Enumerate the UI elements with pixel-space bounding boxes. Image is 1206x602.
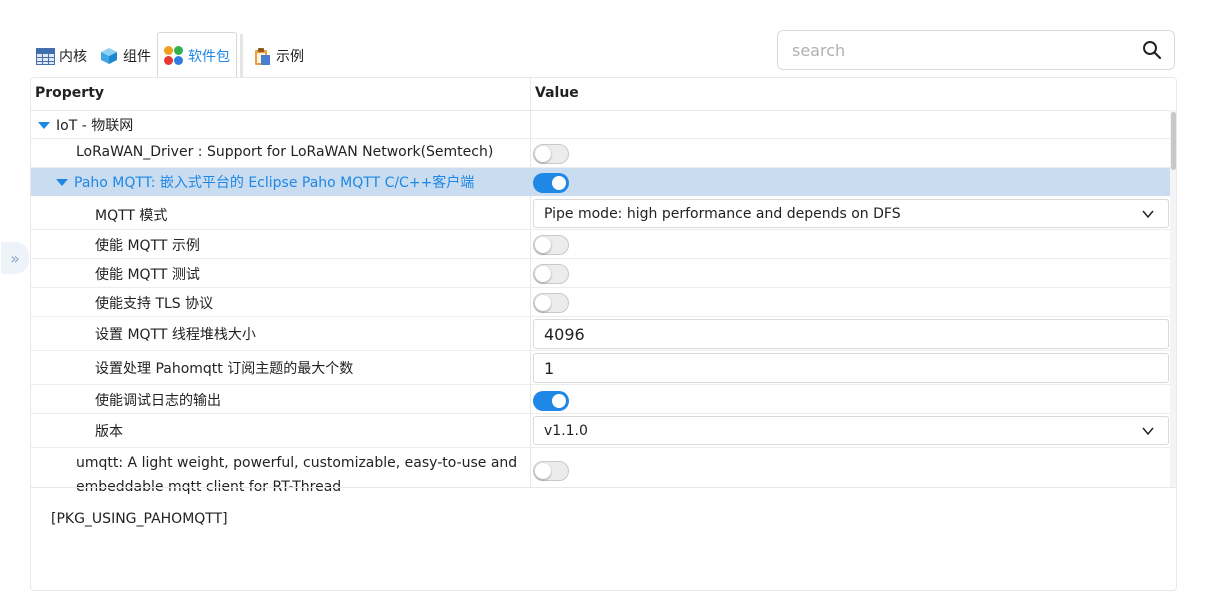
search-icon[interactable]: [1142, 40, 1162, 60]
mqtt-test-toggle[interactable]: [533, 264, 569, 284]
row-label: 使能支持 TLS 协议: [95, 296, 214, 312]
tree-row-stack-size[interactable]: 设置 MQTT 线程堆栈大小: [31, 317, 1171, 351]
max-subscribe-input[interactable]: [534, 354, 1154, 382]
row-label: 设置 MQTT 线程堆栈大小: [95, 327, 256, 343]
tree-row-mqtt-example[interactable]: 使能 MQTT 示例: [31, 230, 1171, 259]
kernel-table-icon: [36, 47, 55, 65]
mqtt-mode-select[interactable]: Pipe mode: high performance and depends …: [533, 199, 1169, 228]
tree-row-max-subscribe[interactable]: 设置处理 Pahomqtt 订阅主题的最大个数: [31, 351, 1171, 385]
property-panel: Property Value IoT - 物联网 LoRaWAN_Driver …: [30, 77, 1177, 591]
tree-row-mqtt-mode[interactable]: MQTT 模式 Pipe mode: high performance and …: [31, 196, 1171, 230]
tree-row-debug-log[interactable]: 使能调试日志的输出: [31, 385, 1171, 414]
scrollbar-thumb[interactable]: [1171, 112, 1176, 170]
description-text: [PKG_USING_PAHOMQTT]: [51, 511, 228, 527]
tree-row-lorawan[interactable]: LoRaWAN_Driver : Support for LoRaWAN Net…: [31, 139, 1171, 168]
row-label: 设置处理 Pahomqtt 订阅主题的最大个数: [95, 361, 354, 377]
row-label: Paho MQTT: 嵌入式平台的 Eclipse Paho MQTT C/C+…: [74, 175, 475, 191]
paho-mqtt-toggle[interactable]: [533, 173, 569, 193]
tab-component-label: 组件: [123, 49, 151, 65]
tree-row-mqtt-test[interactable]: 使能 MQTT 测试: [31, 259, 1171, 288]
row-label: 版本: [95, 424, 123, 440]
expand-triangle-icon[interactable]: [38, 121, 50, 129]
component-cube-icon: [101, 48, 117, 64]
chevron-down-icon: [1142, 210, 1154, 219]
tab-packages[interactable]: 软件包: [157, 32, 237, 80]
select-value: v1.1.0: [544, 423, 588, 439]
tab-bar: 内核 组件 软件包 示例: [30, 30, 310, 80]
row-label: LoRaWAN_Driver : Support for LoRaWAN Net…: [76, 144, 494, 160]
tree-row-version[interactable]: 版本 v1.1.0: [31, 414, 1171, 448]
row-label-line1: umqtt: A light weight, powerful, customi…: [76, 455, 518, 471]
tree-row-iot[interactable]: IoT - 物联网: [31, 110, 1171, 139]
description-divider: [31, 487, 1176, 488]
tab-kernel[interactable]: 内核: [30, 34, 93, 78]
expand-triangle-icon[interactable]: [56, 178, 68, 186]
row-label: IoT - 物联网: [56, 118, 134, 134]
double-chevron-right-icon: »: [10, 248, 20, 268]
tree-row-umqtt[interactable]: umqtt: A light weight, powerful, customi…: [31, 448, 1171, 495]
tab-kernel-label: 内核: [59, 49, 87, 65]
select-value: Pipe mode: high performance and depends …: [544, 206, 901, 222]
tab-packages-label: 软件包: [188, 48, 230, 65]
table-header: Property Value: [31, 78, 1171, 111]
stack-size-field-wrap: [533, 319, 1169, 349]
tab-examples-label: 示例: [276, 49, 304, 65]
tls-toggle[interactable]: [533, 293, 569, 313]
package-dots-icon: [164, 45, 184, 66]
lorawan-toggle[interactable]: [533, 144, 569, 164]
debug-log-toggle[interactable]: [533, 391, 569, 411]
example-clipboard-icon: [255, 48, 270, 65]
row-label: 使能调试日志的输出: [95, 393, 221, 409]
chevron-down-icon: [1142, 427, 1154, 436]
search-box: [777, 30, 1175, 70]
max-subscribe-field-wrap: [533, 353, 1169, 383]
tab-divider: [240, 34, 243, 78]
tree-row-tls[interactable]: 使能支持 TLS 协议: [31, 288, 1171, 317]
version-select[interactable]: v1.1.0: [533, 416, 1169, 445]
expand-sidebar-button[interactable]: »: [1, 242, 29, 274]
tree-row-paho-mqtt[interactable]: Paho MQTT: 嵌入式平台的 Eclipse Paho MQTT C/C+…: [31, 168, 1171, 196]
column-header-value: Value: [535, 85, 579, 101]
row-label: 使能 MQTT 示例: [95, 238, 200, 254]
search-input[interactable]: [778, 31, 1146, 69]
tab-examples[interactable]: 示例: [246, 34, 310, 78]
column-header-property: Property: [35, 85, 105, 101]
row-label: MQTT 模式: [95, 208, 168, 224]
umqtt-toggle[interactable]: [533, 461, 569, 481]
vertical-scrollbar[interactable]: [1170, 110, 1176, 488]
stack-size-input[interactable]: [534, 320, 1154, 348]
mqtt-example-toggle[interactable]: [533, 235, 569, 255]
tab-component[interactable]: 组件: [93, 34, 157, 78]
row-label: 使能 MQTT 测试: [95, 267, 200, 283]
